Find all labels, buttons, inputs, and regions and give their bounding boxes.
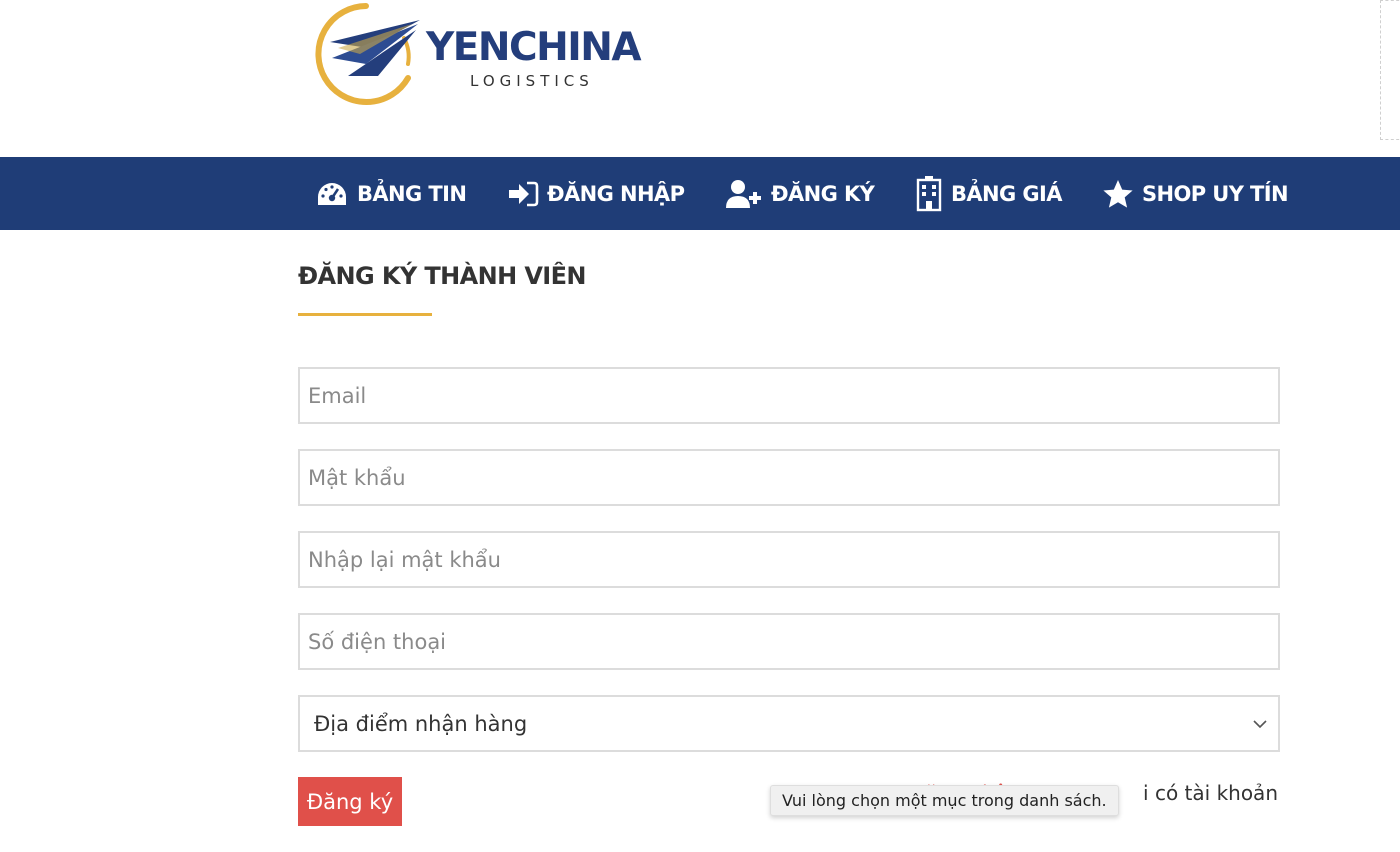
site-logo[interactable]: YENCHINA LOGISTICS <box>308 2 688 106</box>
location-select[interactable]: Địa điểm nhận hàng <box>298 695 1280 752</box>
nav-item-news[interactable]: BẢNG TIN <box>315 157 467 230</box>
register-button[interactable]: Đăng ký <box>298 777 402 826</box>
logo-emblem-icon <box>315 3 420 105</box>
title-underline <box>298 313 432 316</box>
main-nav: BẢNG TIN ĐĂNG NHẬP ĐĂNG KÝ BẢNG GIÁ SHOP… <box>0 157 1400 230</box>
nav-item-label: ĐĂNG KÝ <box>771 181 875 206</box>
logo-tagline-text: LOGISTICS <box>470 72 594 90</box>
phone-field[interactable] <box>298 613 1280 670</box>
validation-tooltip: Vui lòng chọn một mục trong danh sách. <box>770 785 1119 816</box>
site-header: YENCHINA LOGISTICS <box>0 0 1400 157</box>
user-plus-icon <box>725 179 763 209</box>
nav-item-label: BẢNG GIÁ <box>951 181 1062 206</box>
logo-brand-text: YENCHINA <box>426 25 642 70</box>
nav-item-label: BẢNG TIN <box>357 181 467 206</box>
nav-item-label: ĐĂNG NHẬP <box>547 181 685 206</box>
nav-item-register[interactable]: ĐĂNG KÝ <box>725 157 875 230</box>
nav-item-login[interactable]: ĐĂNG NHẬP <box>507 157 685 230</box>
dashboard-icon <box>315 180 349 208</box>
nav-item-label: SHOP UY TÍN <box>1142 181 1289 206</box>
location-select-value: Địa điểm nhận hàng <box>314 711 528 736</box>
corner-placeholder <box>1380 0 1400 140</box>
password-field[interactable] <box>298 449 1280 506</box>
nav-item-pricing[interactable]: BẢNG GIÁ <box>915 157 1062 230</box>
email-field[interactable] <box>298 367 1280 424</box>
nav-item-trusted-shops[interactable]: SHOP UY TÍN <box>1102 157 1289 230</box>
confirm-password-field[interactable] <box>298 531 1280 588</box>
sign-in-icon <box>507 180 539 208</box>
star-icon <box>1102 179 1134 209</box>
building-icon <box>915 175 943 212</box>
login-hint-text: i có tài khoản <box>1143 781 1278 805</box>
page-title: ĐĂNG KÝ THÀNH VIÊN <box>298 262 587 290</box>
chevron-down-icon <box>1252 716 1268 736</box>
